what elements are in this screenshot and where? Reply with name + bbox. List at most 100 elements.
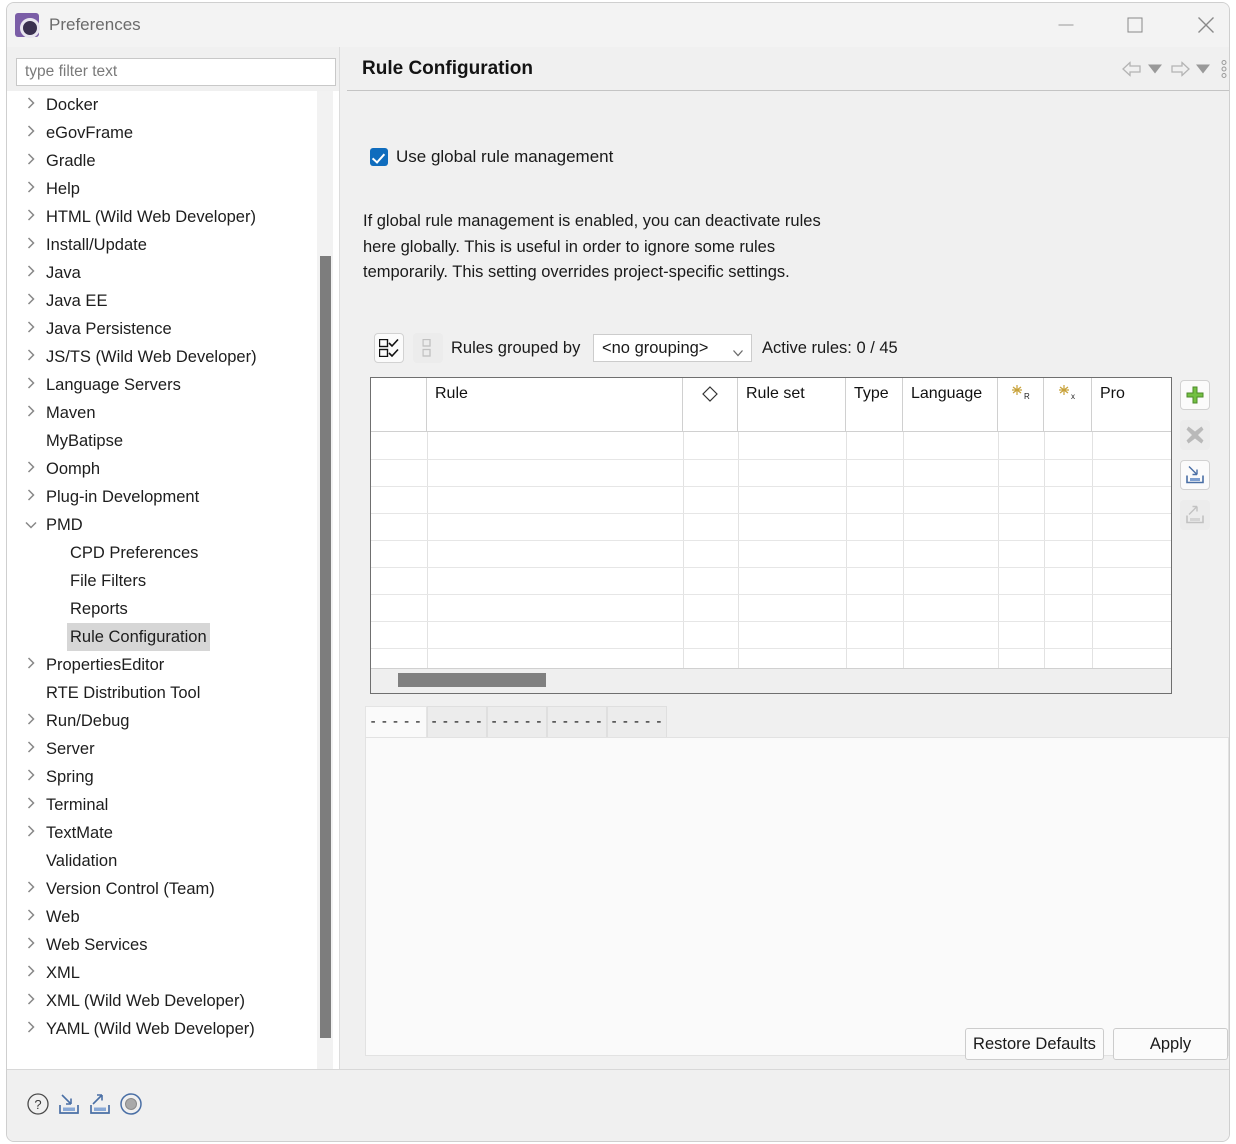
sidebar-item-plug-in-development[interactable]: Plug-in Development	[7, 483, 339, 511]
chevron-right-icon[interactable]	[24, 763, 38, 791]
table-column-header-rule-snowflake-r-icon[interactable]: R	[998, 378, 1044, 432]
chevron-right-icon[interactable]	[24, 931, 38, 959]
preferences-tree[interactable]: DockereGovFrameGradleHelpHTML (Wild Web …	[7, 91, 339, 1069]
table-column-header-diamond-priority-icon[interactable]	[683, 378, 738, 432]
help-icon[interactable]: ?	[24, 1090, 52, 1118]
chevron-right-icon[interactable]	[24, 791, 38, 819]
chevron-right-icon[interactable]	[24, 735, 38, 763]
sidebar-item-xml[interactable]: XML	[7, 959, 339, 987]
sidebar-item-terminal[interactable]: Terminal	[7, 791, 339, 819]
chevron-right-icon[interactable]	[24, 287, 38, 315]
sidebar-item-mybatipse[interactable]: MyBatipse	[7, 427, 339, 455]
minimize-button[interactable]	[1043, 3, 1089, 47]
restore-defaults-button[interactable]: Restore Defaults	[965, 1028, 1104, 1060]
sidebar-item-xml-wild-web-developer[interactable]: XML (Wild Web Developer)	[7, 987, 339, 1015]
chevron-right-icon[interactable]	[24, 651, 38, 679]
tree-scrollbar-thumb[interactable]	[320, 256, 331, 1038]
table-column-header-rule-snowflake-x-icon[interactable]: x	[1044, 378, 1092, 432]
sidebar-item-java[interactable]: Java	[7, 259, 339, 287]
sidebar-item-run-debug[interactable]: Run/Debug	[7, 707, 339, 735]
import-ruleset-button[interactable]	[1180, 460, 1210, 490]
sidebar-item-rte-distribution-tool[interactable]: RTE Distribution Tool	[7, 679, 339, 707]
chevron-right-icon[interactable]	[24, 707, 38, 735]
sidebar-item-web-services[interactable]: Web Services	[7, 931, 339, 959]
rules-table[interactable]: Rule Rule setTypeLanguageRxPro	[370, 377, 1172, 694]
search-input[interactable]	[16, 58, 336, 86]
sidebar-item-oomph[interactable]: Oomph	[7, 455, 339, 483]
import-preferences-icon[interactable]	[55, 1090, 83, 1118]
forward-chevron-down-icon[interactable]	[1193, 56, 1213, 82]
chevron-right-icon[interactable]	[24, 147, 38, 175]
sidebar-item-yaml-wild-web-developer[interactable]: YAML (Wild Web Developer)	[7, 1015, 339, 1043]
rule-detail-tab-0[interactable]: - - - - - -	[365, 706, 427, 738]
rule-detail-tab-2[interactable]: - - - - - -	[487, 706, 547, 738]
sidebar-item-install-update[interactable]: Install/Update	[7, 231, 339, 259]
apply-preferences-icon[interactable]	[117, 1090, 145, 1118]
chevron-right-icon[interactable]	[24, 175, 38, 203]
rule-detail-tab-4[interactable]: - - - - - -	[607, 706, 667, 738]
sidebar-item-server[interactable]: Server	[7, 735, 339, 763]
chevron-right-icon[interactable]	[24, 903, 38, 931]
sidebar-item-gradle[interactable]: Gradle	[7, 147, 339, 175]
rule-detail-tab-1[interactable]: - - - - - -	[427, 706, 487, 738]
chevron-right-icon[interactable]	[24, 91, 38, 119]
add-rule-button[interactable]	[1180, 380, 1210, 410]
sidebar-item-language-servers[interactable]: Language Servers	[7, 371, 339, 399]
back-chevron-down-icon[interactable]	[1145, 56, 1165, 82]
table-column-header-checkbox[interactable]	[371, 378, 427, 432]
sidebar-item-web[interactable]: Web	[7, 903, 339, 931]
sidebar-item-validation[interactable]: Validation	[7, 847, 339, 875]
table-column-header-language[interactable]: Language	[903, 378, 998, 432]
chevron-right-icon[interactable]	[24, 987, 38, 1015]
sidebar-item-egovframe[interactable]: eGovFrame	[7, 119, 339, 147]
chevron-right-icon[interactable]	[24, 399, 38, 427]
chevron-right-icon[interactable]	[24, 875, 38, 903]
remove-rule-button[interactable]	[1180, 420, 1210, 450]
table-column-header-type[interactable]: Type	[846, 378, 903, 432]
arrow-left-icon[interactable]	[1119, 56, 1145, 82]
rule-detail-tab-3[interactable]: - - - - - -	[547, 706, 607, 738]
sidebar-item-html-wild-web-developer[interactable]: HTML (Wild Web Developer)	[7, 203, 339, 231]
deselect-all-checkboxes-icon[interactable]	[413, 333, 443, 363]
chevron-right-icon[interactable]	[24, 231, 38, 259]
use-global-rule-management-checkbox[interactable]	[370, 148, 388, 166]
vertical-dots-icon[interactable]	[1217, 56, 1230, 82]
table-column-header-pro[interactable]: Pro	[1092, 378, 1172, 432]
chevron-right-icon[interactable]	[24, 343, 38, 371]
table-hscrollbar-thumb[interactable]	[398, 673, 546, 687]
chevron-right-icon[interactable]	[24, 371, 38, 399]
sidebar-item-file-filters[interactable]: File Filters	[7, 567, 339, 595]
export-preferences-icon[interactable]	[86, 1090, 114, 1118]
sidebar-item-docker[interactable]: Docker	[7, 91, 339, 119]
chevron-right-icon[interactable]	[24, 1015, 38, 1043]
sidebar-item-cpd-preferences[interactable]: CPD Preferences	[7, 539, 339, 567]
sidebar-item-rule-configuration[interactable]: Rule Configuration	[7, 623, 339, 651]
chevron-right-icon[interactable]	[24, 819, 38, 847]
rules-grouping-select[interactable]: <no grouping>	[593, 334, 752, 362]
chevron-right-icon[interactable]	[24, 259, 38, 287]
sidebar-item-maven[interactable]: Maven	[7, 399, 339, 427]
sidebar-item-pmd[interactable]: PMD	[7, 511, 339, 539]
close-button[interactable]	[1183, 3, 1229, 47]
sidebar-item-reports[interactable]: Reports	[7, 595, 339, 623]
apply-button[interactable]: Apply	[1113, 1028, 1228, 1060]
sidebar-item-java-persistence[interactable]: Java Persistence	[7, 315, 339, 343]
export-ruleset-button[interactable]	[1180, 500, 1210, 530]
chevron-right-icon[interactable]	[24, 203, 38, 231]
chevron-down-icon[interactable]	[24, 511, 38, 539]
sidebar-item-js-ts-wild-web-developer[interactable]: JS/TS (Wild Web Developer)	[7, 343, 339, 371]
sidebar-item-propertieseditor[interactable]: PropertiesEditor	[7, 651, 339, 679]
sidebar-item-help[interactable]: Help	[7, 175, 339, 203]
select-all-checkboxes-icon[interactable]	[374, 333, 404, 363]
sidebar-item-spring[interactable]: Spring	[7, 763, 339, 791]
chevron-right-icon[interactable]	[24, 455, 38, 483]
arrow-right-icon[interactable]	[1167, 56, 1193, 82]
sidebar-item-java-ee[interactable]: Java EE	[7, 287, 339, 315]
chevron-right-icon[interactable]	[24, 119, 38, 147]
sidebar-item-textmate[interactable]: TextMate	[7, 819, 339, 847]
chevron-right-icon[interactable]	[24, 483, 38, 511]
table-column-header-rule[interactable]: Rule	[427, 378, 683, 432]
table-column-header-rule-set[interactable]: Rule set	[738, 378, 846, 432]
sidebar-item-version-control-team[interactable]: Version Control (Team)	[7, 875, 339, 903]
chevron-right-icon[interactable]	[24, 315, 38, 343]
